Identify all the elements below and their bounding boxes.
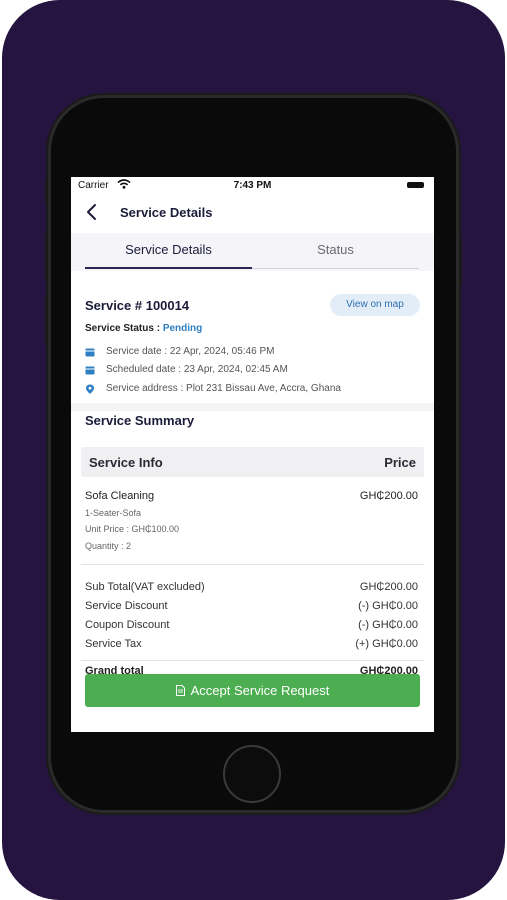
item-name: Sofa Cleaning: [85, 490, 155, 502]
service-discount-row: Service Discount (-) GH₵0.00: [85, 600, 418, 616]
service-date: Service date : 22 Apr, 2024, 05:46 PM: [106, 346, 275, 357]
tab-bar: Service Details Status: [71, 233, 434, 271]
summary-table-header: Service Info Price: [81, 447, 424, 477]
service-address: Service address : Plot 231 Bissau Ave, A…: [106, 383, 341, 394]
accept-button-label: Accept Service Request: [190, 683, 330, 698]
coupon-discount-row: Coupon Discount (-) GH₵0.00: [85, 619, 418, 635]
service-status-label: Service Status :: [85, 323, 163, 334]
tab-service-details[interactable]: Service Details: [85, 233, 252, 269]
app-header: Service Details: [71, 195, 434, 233]
clock: 7:43 PM: [233, 180, 272, 191]
item-quantity: Quantity : 2: [85, 541, 132, 551]
app-screen: Carrier 7:43 PM Service Details Service …: [71, 177, 434, 732]
subtotal-label: Sub Total(VAT excluded): [85, 581, 205, 593]
scheduled-date: Scheduled date : 23 Apr, 2024, 02:45 AM: [106, 364, 288, 375]
grand-total-divider: [81, 660, 424, 661]
page-title: Service Details: [120, 205, 213, 220]
service-tax-row: Service Tax (+) GH₵0.00: [85, 638, 418, 654]
summary-divider: [81, 564, 424, 565]
section-divider: [71, 403, 434, 411]
service-tax-value: (+) GH₵0.00: [355, 638, 418, 650]
service-number: Service # 100014: [85, 298, 190, 313]
item-unit-price: Unit Price : GH₵100.00: [85, 524, 180, 534]
status-bar: Carrier 7:43 PM: [71, 177, 434, 195]
service-tax-label: Service Tax: [85, 638, 142, 650]
document-icon: [175, 685, 185, 696]
battery-icon: [407, 182, 424, 188]
coupon-discount-value: (-) GH₵0.00: [358, 619, 418, 631]
service-status: Service Status : Pending: [85, 323, 202, 334]
subtotal-value: GH₵200.00: [359, 581, 418, 593]
calendar-icon: [85, 366, 95, 375]
status-badge: Pending: [162, 323, 203, 334]
service-summary-title: Service Summary: [85, 413, 195, 428]
service-discount-label: Service Discount: [85, 600, 168, 612]
accept-service-request-button[interactable]: Accept Service Request: [85, 674, 420, 707]
chevron-left-icon[interactable]: [85, 203, 99, 221]
view-on-map-button[interactable]: View on map: [330, 294, 420, 316]
item-variant: 1-Seater-Sofa: [85, 508, 142, 518]
item-price: GH₵200.00: [359, 490, 418, 502]
location-pin-icon: [86, 384, 94, 394]
subtotal-row: Sub Total(VAT excluded) GH₵200.00: [85, 581, 418, 597]
calendar-icon: [85, 348, 95, 357]
service-discount-value: (-) GH₵0.00: [358, 600, 418, 612]
home-button[interactable]: [223, 745, 281, 803]
service-info-column-header: Service Info: [89, 455, 163, 470]
tab-status[interactable]: Status: [252, 233, 419, 269]
coupon-discount-label: Coupon Discount: [85, 619, 170, 631]
price-column-header: Price: [384, 455, 416, 470]
